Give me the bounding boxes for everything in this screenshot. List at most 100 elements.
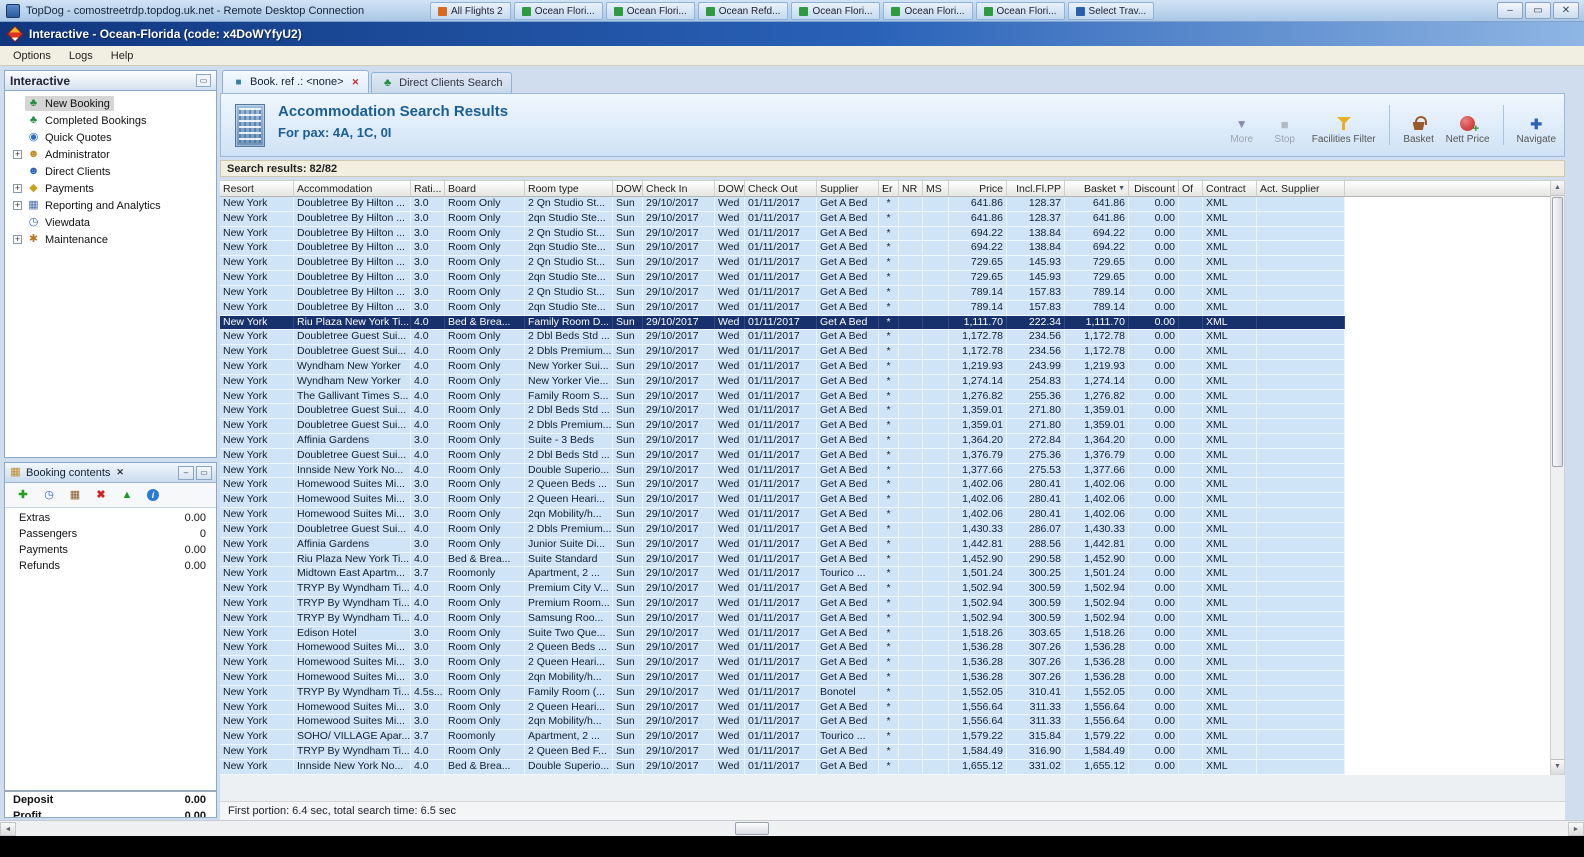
column-header-supplier[interactable]: Supplier <box>817 181 879 196</box>
sidebar-item-viewdata[interactable]: ◷ Viewdata <box>5 214 216 231</box>
table-row[interactable]: New York Riu Plaza New York Ti... 4.0 Bed &… <box>220 552 1550 568</box>
expand-icon[interactable]: + <box>13 150 22 159</box>
facilities-filter-button[interactable]: Facilities Filter <box>1312 114 1376 145</box>
tab-close-icon[interactable]: ✕ <box>352 77 360 88</box>
table-row[interactable]: New York Doubletree Guest Sui... 4.0 Room O… <box>220 330 1550 346</box>
close-button[interactable]: ✕ <box>1553 2 1579 19</box>
table-row[interactable]: New York Midtown East Apartm... 3.7 Roomonl… <box>220 567 1550 583</box>
tab-book-ref-none[interactable]: ■ Book. ref .: <none> ✕ <box>222 70 370 93</box>
taskbar-tab[interactable]: Ocean Flori... <box>791 2 881 20</box>
info-button[interactable]: i <box>144 486 162 504</box>
taskbar-tab[interactable]: Ocean Refd... <box>697 2 789 20</box>
table-row[interactable]: New York Affinia Gardens 3.0 Room Only Junio… <box>220 537 1550 553</box>
booking-contents-restore-button[interactable]: ▭ <box>196 465 212 480</box>
expand-icon[interactable]: + <box>13 184 22 193</box>
table-row[interactable]: New York Homewood Suites Mi... 3.0 Room Onl… <box>220 671 1550 686</box>
more-button[interactable]: ▼ More <box>1226 114 1258 146</box>
taskbar-tab[interactable]: Ocean Flori... <box>605 2 695 20</box>
column-header-dow[interactable]: DOW <box>715 181 745 196</box>
table-row[interactable]: New York Innside New York No... 4.0 Room On… <box>220 463 1550 479</box>
table-row[interactable]: New York TRYP By Wyndham Ti... 4.0 Room Onl… <box>220 596 1550 612</box>
nett-price-button[interactable]: Nett Price <box>1446 114 1490 145</box>
table-row[interactable]: New York Doubletree By Hilton ... 3.0 Room … <box>220 271 1550 286</box>
table-row[interactable]: New York TRYP By Wyndham Ti... 4.0 Room Onl… <box>220 745 1550 760</box>
vertical-scroll-thumb[interactable] <box>1552 197 1563 467</box>
table-row[interactable]: New York Doubletree By Hilton ... 3.0 Room … <box>220 285 1550 301</box>
menu-item-help[interactable]: Help <box>102 48 143 64</box>
taskbar-tab[interactable]: Ocean Flori... <box>513 2 603 20</box>
table-row[interactable]: New York Doubletree By Hilton ... 3.0 Room … <box>220 241 1550 257</box>
sidebar-item-new-booking[interactable]: ♣ New Booking <box>5 95 216 112</box>
column-header-ms[interactable]: MS <box>923 181 949 196</box>
table-row[interactable]: New York Wyndham New Yorker 4.0 Room Only Ne… <box>220 359 1550 375</box>
collapse-panel-button[interactable]: ▭ <box>196 74 211 87</box>
delete-button[interactable]: ✖ <box>92 486 110 504</box>
column-header-discount[interactable]: Discount <box>1129 181 1179 196</box>
menu-item-options[interactable]: Options <box>4 48 60 64</box>
scroll-down-icon[interactable]: ▼ <box>1551 759 1564 774</box>
table-row[interactable]: New York Doubletree By Hilton ... 3.0 Room … <box>220 256 1550 272</box>
table-row[interactable]: New York TRYP By Wyndham Ti... 4.0 Room Onl… <box>220 582 1550 597</box>
scroll-up-icon[interactable]: ▲ <box>1551 181 1564 196</box>
table-row[interactable]: New York Doubletree Guest Sui... 4.0 Room O… <box>220 522 1550 538</box>
horizontal-scroll-thumb[interactable] <box>735 822 769 835</box>
sidebar-item-reporting-and-analytics[interactable]: + ▦ Reporting and Analytics <box>5 197 216 214</box>
basket-add-button[interactable]: ▦ <box>66 486 84 504</box>
navigate-button[interactable]: ✚ Navigate <box>1517 114 1556 145</box>
table-row[interactable]: New York Doubletree By Hilton ... 3.0 Room … <box>220 197 1550 212</box>
table-row[interactable]: New York Doubletree Guest Sui... 4.0 Room O… <box>220 404 1550 420</box>
column-header-rati[interactable]: Rati... <box>411 181 445 196</box>
table-row[interactable]: New York TRYP By Wyndham Ti... 4.0 Room Onl… <box>220 611 1550 627</box>
table-row[interactable]: New York Doubletree By Hilton ... 3.0 Room … <box>220 211 1550 227</box>
table-row[interactable]: New York Doubletree Guest Sui... 4.0 Room O… <box>220 419 1550 434</box>
column-header-check-in[interactable]: Check In <box>643 181 715 196</box>
booking-contents-minimize-button[interactable]: – <box>178 465 194 480</box>
column-header-price[interactable]: Price <box>949 181 1007 196</box>
minimize-button[interactable]: – <box>1497 2 1523 19</box>
table-row[interactable]: New York Innside New York No... 4.0 Bed & B… <box>220 759 1550 775</box>
table-row[interactable]: New York Doubletree By Hilton ... 3.0 Room … <box>220 300 1550 316</box>
column-header-room-type[interactable]: Room type <box>525 181 613 196</box>
column-header-resort[interactable]: Resort <box>220 181 294 196</box>
taskbar-tab[interactable]: Ocean Flori... <box>883 2 973 20</box>
basket-button[interactable]: Basket <box>1403 114 1435 145</box>
column-header-act-supplier[interactable]: Act. Supplier <box>1257 181 1345 196</box>
column-header-of[interactable]: Of <box>1179 181 1203 196</box>
sidebar-item-payments[interactable]: + ◆ Payments <box>5 180 216 197</box>
table-row[interactable]: New York Homewood Suites Mi... 3.0 Room Onl… <box>220 478 1550 494</box>
table-row[interactable]: New York Homewood Suites Mi... 3.0 Room Onl… <box>220 700 1550 716</box>
column-header-incl-fl-pp[interactable]: Incl.Fl.PP <box>1007 181 1065 196</box>
table-row[interactable]: New York Wyndham New Yorker 4.0 Room Only Ne… <box>220 374 1550 390</box>
table-row[interactable]: New York Homewood Suites Mi... 3.0 Room Onl… <box>220 715 1550 731</box>
sidebar-item-direct-clients[interactable]: ☻ Direct Clients <box>5 163 216 180</box>
scroll-left-icon[interactable]: ◄ <box>0 822 16 836</box>
table-row[interactable]: New York Affinia Gardens 3.0 Room Only Suite… <box>220 434 1550 449</box>
table-row[interactable]: New York Homewood Suites Mi... 3.0 Room Onl… <box>220 508 1550 523</box>
column-header-accommodation[interactable]: Accommodation <box>294 181 411 196</box>
table-row[interactable]: New York Homewood Suites Mi... 3.0 Room Onl… <box>220 656 1550 671</box>
booking-contents-close-icon[interactable]: ✕ <box>114 467 126 478</box>
column-header-basket[interactable]: Basket ▼ <box>1065 181 1129 196</box>
table-row[interactable]: New York Doubletree Guest Sui... 4.0 Room O… <box>220 448 1550 464</box>
expand-icon[interactable]: + <box>13 201 22 210</box>
sidebar-item-maintenance[interactable]: + ✱ Maintenance <box>5 231 216 248</box>
tab-direct-clients-search[interactable]: ♣ Direct Clients Search <box>371 72 513 93</box>
taskbar-tab[interactable]: Ocean Flori... <box>975 2 1065 20</box>
table-row[interactable]: New York The Gallivant Times S... 4.0 Room … <box>220 389 1550 405</box>
table-row[interactable]: New York Homewood Suites Mi... 3.0 Room Onl… <box>220 493 1550 509</box>
scroll-right-icon[interactable]: ► <box>1568 822 1584 836</box>
restore-button[interactable]: ▭ <box>1525 2 1551 19</box>
table-row[interactable]: New York Doubletree Guest Sui... 4.0 Room O… <box>220 345 1550 360</box>
vertical-scrollbar[interactable]: ▲ ▼ <box>1550 180 1565 775</box>
horizontal-scrollbar[interactable]: ◄ ► <box>0 820 1584 836</box>
taskbar-tab[interactable]: All Flights 2 <box>430 2 511 20</box>
column-header-er[interactable]: Er <box>879 181 899 196</box>
sidebar-item-quick-quotes[interactable]: ◉ Quick Quotes <box>5 129 216 146</box>
table-row[interactable]: New York TRYP By Wyndham Ti... 4.5s... Room… <box>220 685 1550 701</box>
table-row[interactable]: New York Riu Plaza New York Ti... 4.0 Bed &… <box>220 315 1550 331</box>
sidebar-item-completed-bookings[interactable]: ♣ Completed Bookings <box>5 112 216 129</box>
menu-item-logs[interactable]: Logs <box>60 48 102 64</box>
taskbar-tab[interactable]: Select Trav... <box>1067 2 1155 20</box>
stop-button[interactable]: ■ Stop <box>1269 114 1301 145</box>
table-row[interactable]: New York Homewood Suites Mi... 3.0 Room Onl… <box>220 641 1550 657</box>
